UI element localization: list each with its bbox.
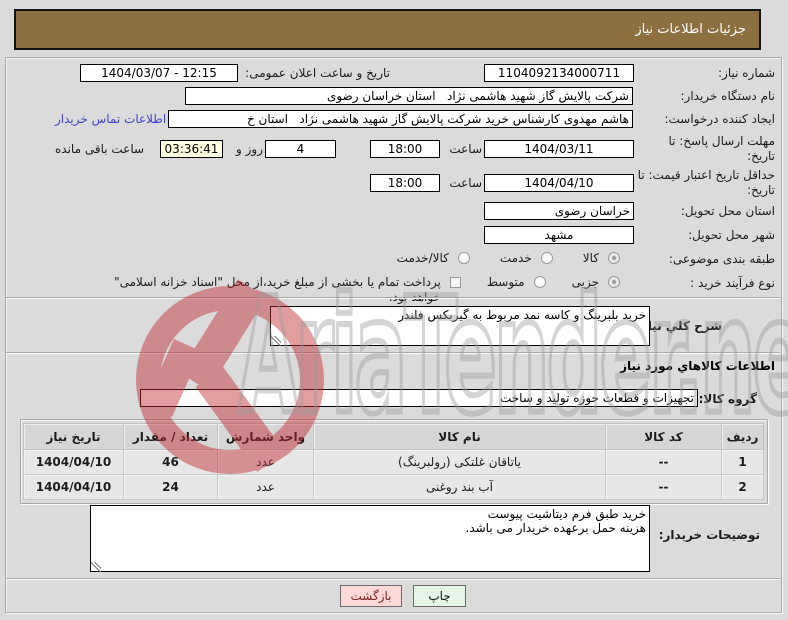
price-validity-time-input[interactable] [370,174,440,192]
delivery-city-input[interactable] [484,226,634,244]
cell-goods-name: یاتاقان غلتکی (رولبرینگ) [313,449,606,475]
countdown-timer [160,140,223,158]
days-remaining-input[interactable] [265,140,336,158]
back-button[interactable]: بازگشت [340,585,402,607]
section-divider [6,352,780,354]
price-validity-date-input[interactable] [484,174,634,192]
request-creator-input[interactable] [168,110,633,128]
buyer-notes-label: توضیحات خریدار: [658,528,760,542]
section-divider [6,297,780,299]
page-title: جزئیات اطلاعات نیاز [635,22,746,37]
col-row-number: ردیف [721,423,764,450]
page-title-bar: جزئیات اطلاعات نیاز [14,9,761,50]
radio-kala-label: کالا [582,251,599,265]
days-label: روز و [236,142,263,156]
classification-options: کالا خدمت کالا/خدمت [397,251,620,265]
response-deadline-label: مهلت ارسال پاسخ: تا تاریخ: [668,134,775,163]
treasury-checkbox-label: پرداخت تمام یا بخشی از مبلغ خرید،از محل … [114,275,441,304]
radio-motevasset[interactable] [533,276,546,288]
price-validity-label: حداقل تاریخ اعتبار قیمت: تا تاریخ: [637,168,775,197]
delivery-city-label: شهر محل تحویل: [688,228,775,242]
process-type-options: جزیی متوسط پرداخت تمام یا بخشی از مبلغ خ… [91,275,620,305]
col-count-unit: واحد شمارش [217,423,314,450]
delivery-province-input[interactable] [484,202,634,220]
buyer-org-input[interactable] [185,87,633,105]
classification-label: طبقه بندی موضوعی: [668,252,775,266]
radio-kala[interactable] [608,252,620,264]
buyer-org-label: نام دستگاه خریدار: [680,89,776,103]
buyer-contact-link[interactable]: اطلاعات تماس خریدار [55,112,166,126]
cell-goods-code: -- [605,474,722,500]
radio-khedmat[interactable] [540,252,553,264]
table-row: 1 -- یاتاقان غلتکی (رولبرینگ) عدد 46 140… [23,449,764,475]
announce-datetime-label: تاریخ و ساعت اعلان عمومی: [245,66,390,80]
goods-table: ردیف کد کالا نام کالا واحد شمارش تعداد /… [23,423,764,500]
goods-section-title: اطلاعات کالاهاي مورد نیاز [620,359,775,373]
response-deadline-time-input[interactable] [370,140,440,158]
cell-row-number: 2 [721,474,764,500]
goods-table-wrapper: ردیف کد کالا نام کالا واحد شمارش تعداد /… [20,419,768,504]
request-creator-label: ایجاد کننده درخواست: [664,112,775,126]
countdown-label: ساعت باقی مانده [55,142,145,156]
print-button[interactable]: چاپ [413,585,466,607]
delivery-province-label: استان محل تحویل: [680,204,775,218]
cell-quantity: 46 [123,449,218,475]
cell-row-number: 1 [721,449,764,475]
treasury-checkbox[interactable] [449,277,461,288]
cell-goods-name: آب بند روغنی [313,474,606,500]
col-need-date: تاریخ نیاز [23,423,124,450]
radio-kala-khedmat-label: کالا/خدمت [396,251,449,265]
need-number-label: شماره نیاز: [718,66,775,80]
col-goods-code: کد کالا [605,423,722,450]
radio-jozii[interactable] [608,276,620,288]
process-type-label: نوع فرآیند خرید : [690,276,775,290]
cell-count-unit: عدد [217,449,314,475]
cell-need-date: 1404/04/10 [23,474,124,500]
col-goods-name: نام کالا [313,423,606,450]
buyer-notes-textarea[interactable]: خرید طبق فرم دیتاشیت پیوست هزینه حمل برع… [90,505,650,572]
price-validity-hour-label: ساعت [449,176,482,190]
goods-group-input[interactable] [140,389,698,407]
radio-khedmat-label: خدمت [499,251,532,265]
radio-motevasset-label: متوسط [486,275,525,289]
goods-group-label: گروه کالا: [698,392,757,406]
response-deadline-date-input[interactable] [484,140,634,158]
response-hour-label: ساعت [449,142,482,156]
need-description-textarea[interactable]: خرید بلبرینگ و کاسه نمد مربوط به گیربکس … [270,306,650,346]
cell-count-unit: عدد [217,474,314,500]
radio-jozii-label: جزیی [571,275,599,289]
need-number-input[interactable] [484,64,634,82]
announce-datetime-input[interactable] [80,64,238,82]
goods-table-header-row: ردیف کد کالا نام کالا واحد شمارش تعداد /… [23,423,764,450]
col-quantity: تعداد / مقدار [123,423,218,450]
cell-quantity: 24 [123,474,218,500]
cell-need-date: 1404/04/10 [23,449,124,475]
section-divider [6,578,780,580]
cell-goods-code: -- [605,449,722,475]
radio-kala-khedmat[interactable] [457,252,470,264]
table-row: 2 -- آب بند روغنی عدد 24 1404/04/10 [23,474,764,500]
